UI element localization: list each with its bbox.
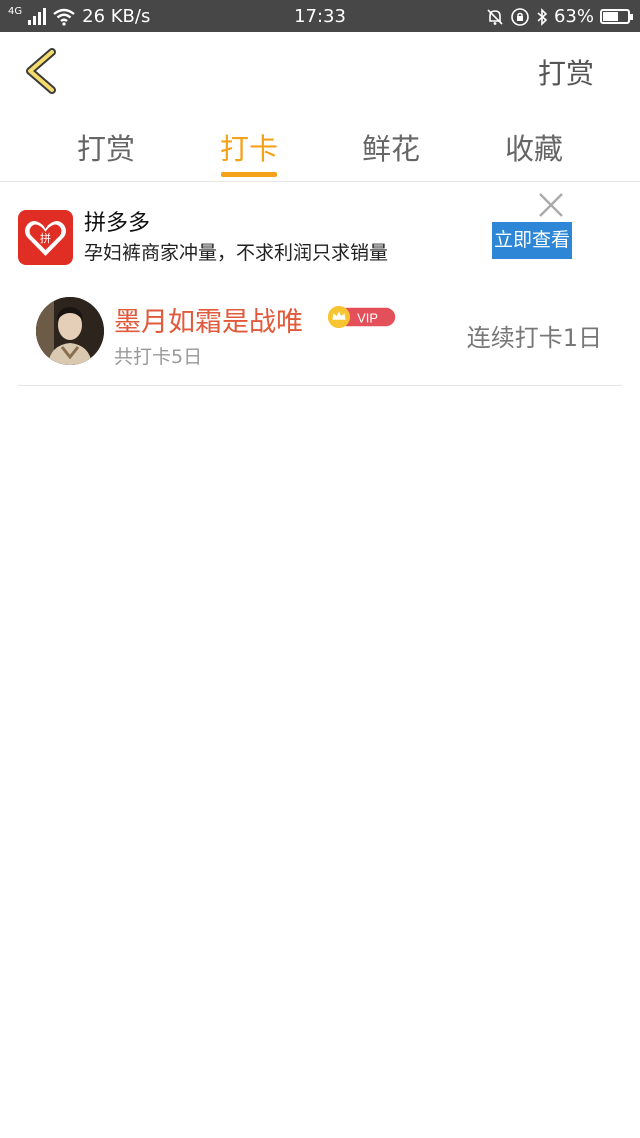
- checkin-streak: 连续打卡1日: [466, 324, 602, 352]
- tab-reward[interactable]: 打赏: [66, 126, 146, 168]
- ad-title: 拼多多: [84, 211, 151, 236]
- battery-percent: 63%: [553, 6, 594, 27]
- pinduoduo-logo: 拼: [18, 210, 73, 265]
- active-tab-indicator: [221, 172, 277, 177]
- status-bar: 4G 26 KB/s 17:33 63%: [0, 0, 640, 32]
- ad-description: 孕妇裤商家冲量，不求利润只求销量: [84, 242, 389, 264]
- logo-glyph: 拼: [40, 231, 51, 245]
- vip-badge: VIP: [327, 305, 396, 329]
- reward-action-button[interactable]: 打赏: [538, 52, 594, 92]
- bluetooth-icon: [537, 7, 548, 26]
- avatar-image: [36, 297, 104, 365]
- mute-bell-icon: [487, 8, 503, 25]
- chevron-left-icon: [26, 48, 56, 94]
- ad-cta-button[interactable]: 立即查看: [492, 222, 572, 259]
- back-button[interactable]: [22, 48, 62, 94]
- vip-label: VIP: [357, 311, 378, 326]
- tab-bar: 打赏 打卡 鲜花 收藏: [0, 118, 640, 182]
- tabs-divider: [0, 181, 640, 182]
- close-icon: [539, 193, 563, 217]
- rotation-lock-icon: [511, 7, 529, 26]
- tab-flowers[interactable]: 鲜花: [351, 126, 431, 168]
- tab-checkin[interactable]: 打卡: [209, 126, 289, 168]
- avatar[interactable]: [36, 297, 104, 365]
- ad-close-button[interactable]: [538, 192, 564, 218]
- user-name[interactable]: 墨月如霜是战唯: [114, 300, 303, 339]
- list-item[interactable]: 墨月如霜是战唯 VIP 共打卡5日 连续打卡1日: [18, 290, 622, 385]
- battery-icon: [600, 9, 633, 24]
- total-checkins: 共打卡5日: [114, 346, 203, 368]
- status-right: 63%: [486, 6, 633, 27]
- tab-favorites[interactable]: 收藏: [494, 126, 574, 168]
- heart-logo-icon: 拼: [25, 221, 66, 256]
- row-divider: [18, 385, 622, 386]
